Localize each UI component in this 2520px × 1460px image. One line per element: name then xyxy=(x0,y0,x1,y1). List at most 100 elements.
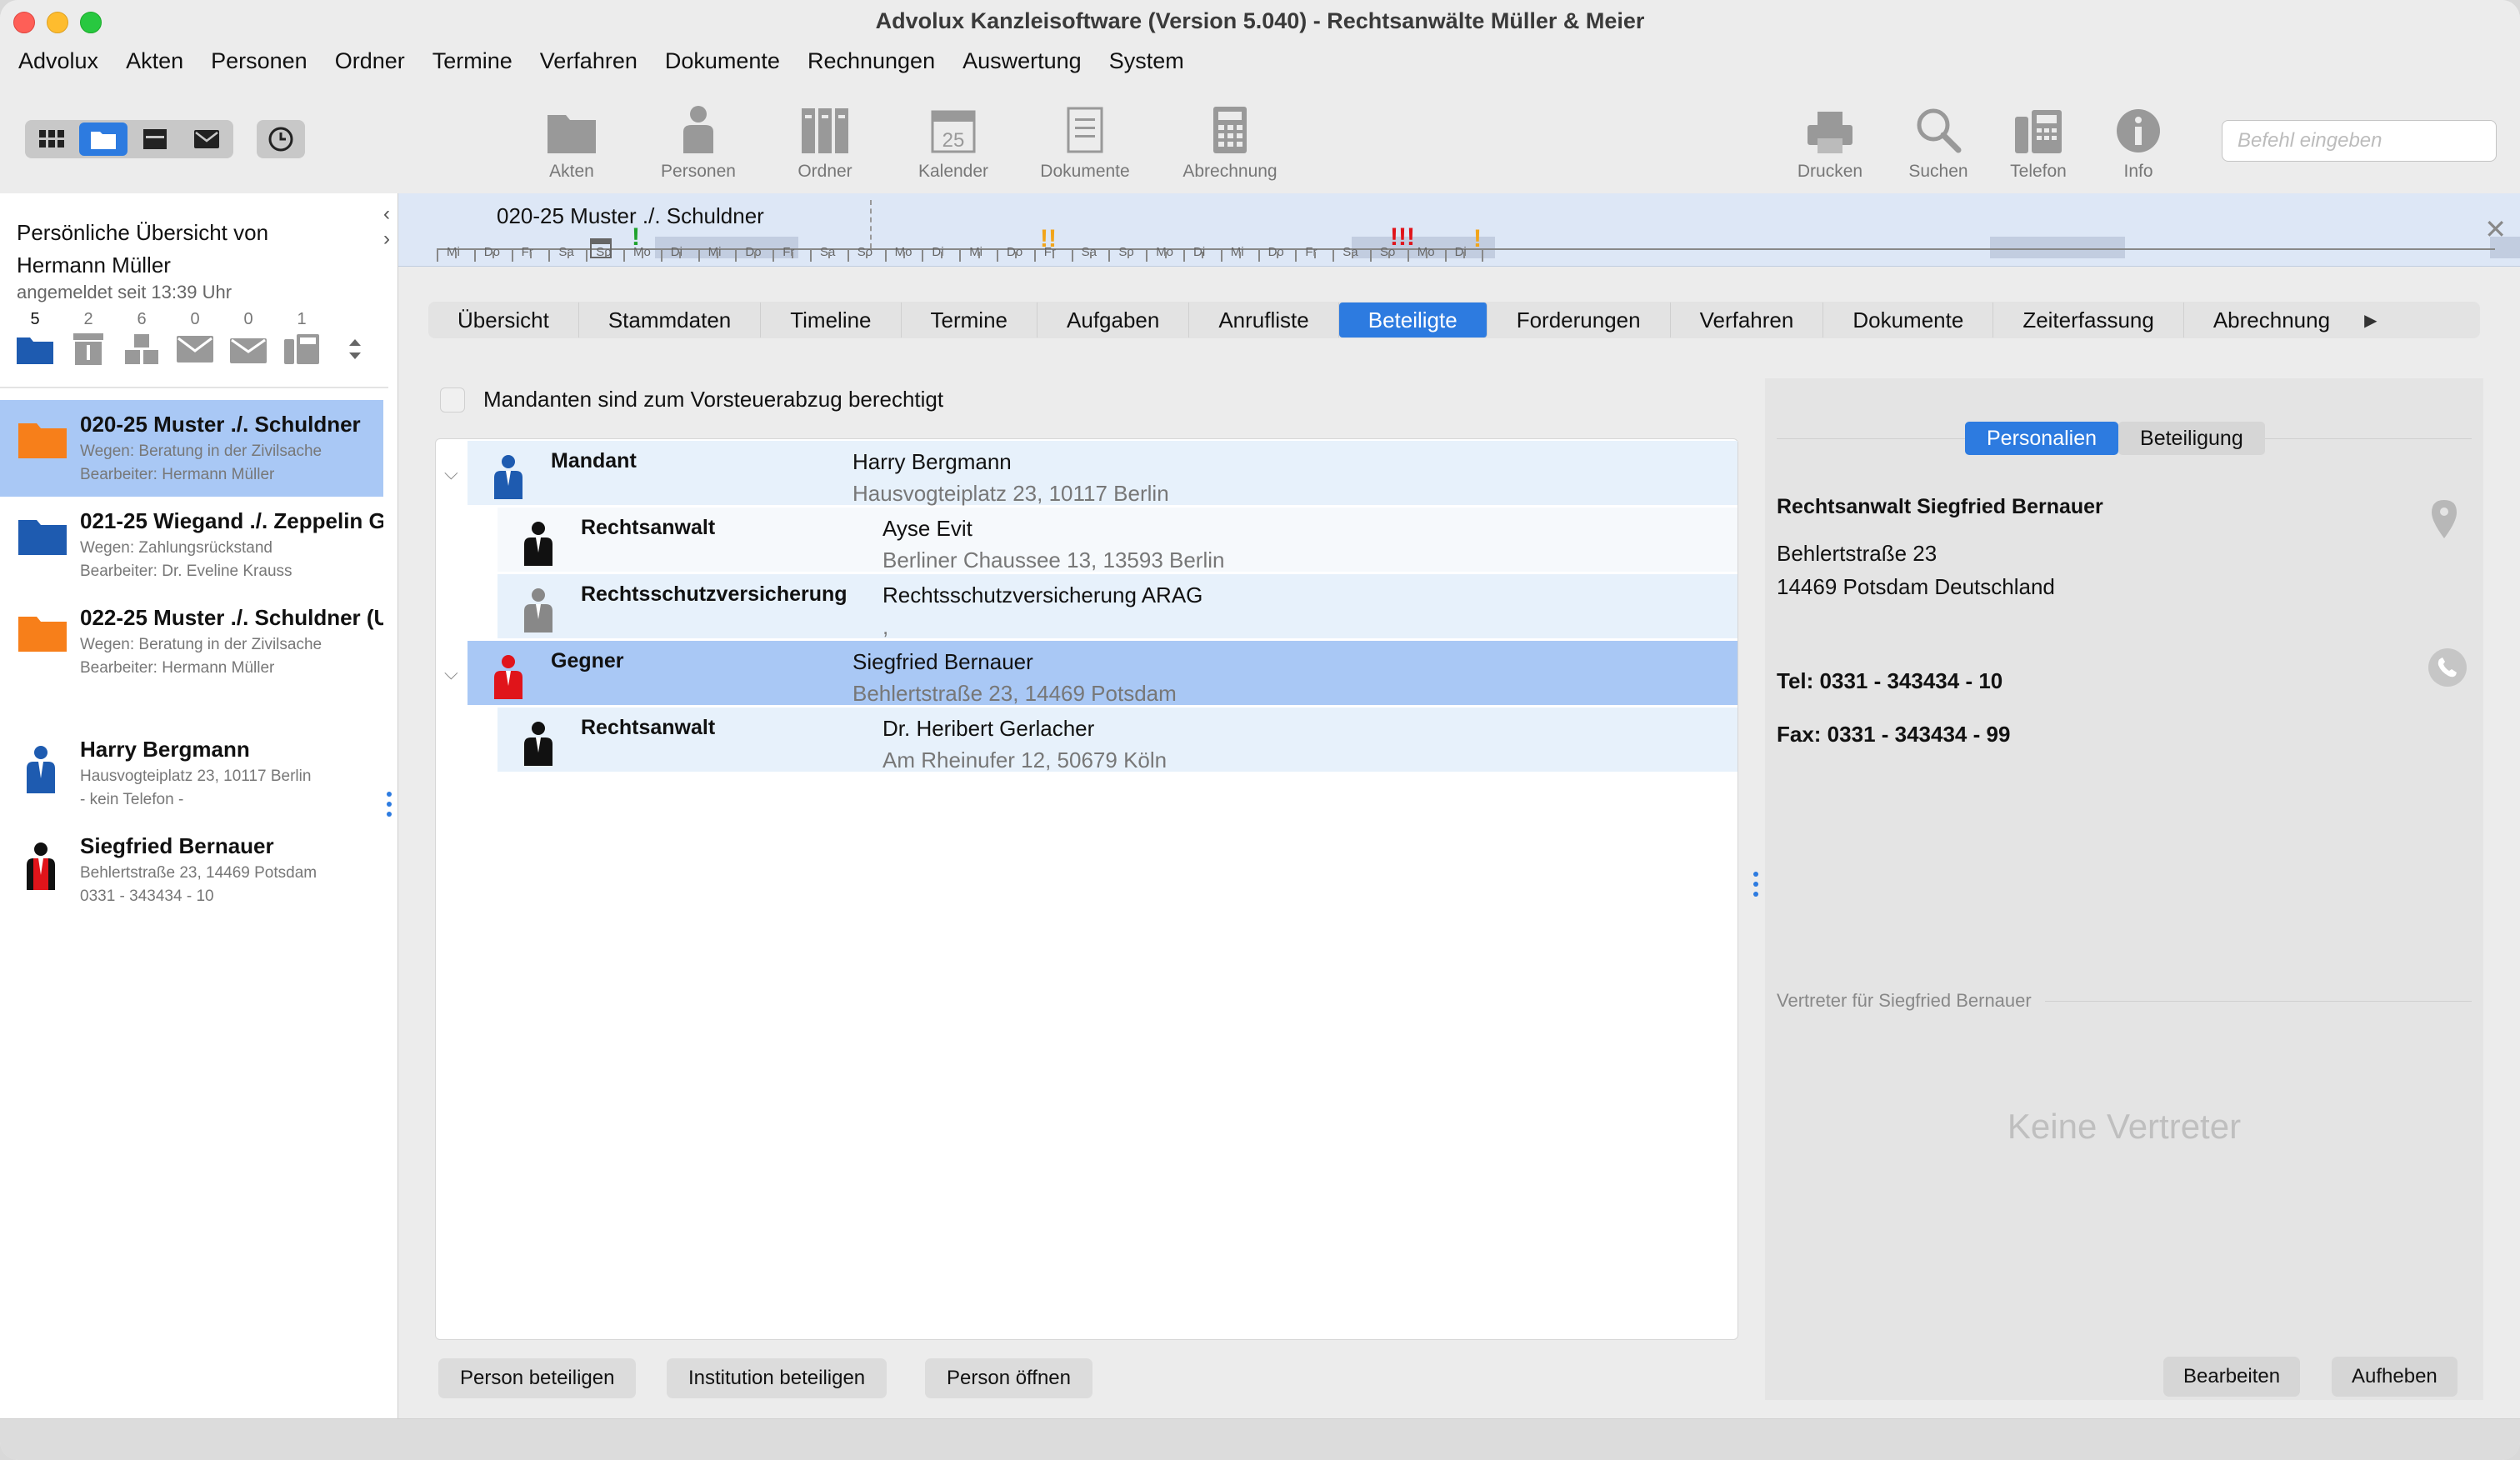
participant-row[interactable]: Gegner Siegfried Bernauer Behlertstraße … xyxy=(468,641,1738,706)
participant-address: Berliner Chaussee 13, 13593 Berlin xyxy=(882,548,1225,572)
participant-row[interactable]: Mandant Harry Bergmann Hausvogteiplatz 2… xyxy=(468,441,1738,506)
tab-uebersicht[interactable]: Übersicht xyxy=(428,302,579,338)
sidebar-case-item[interactable]: 020-25 Muster ./. Schuldner Wegen: Berat… xyxy=(0,400,383,497)
blocks-icon xyxy=(125,334,158,364)
mail-view-button[interactable] xyxy=(182,122,231,156)
tab-dokumente[interactable]: Dokumente xyxy=(1823,302,1994,338)
menu-akten[interactable]: Akten xyxy=(126,48,183,78)
toolbar-abrechnung-button[interactable]: Abrechnung xyxy=(1172,102,1288,182)
clock-button[interactable] xyxy=(257,120,305,158)
toolbar-ordner-button[interactable]: Ordner xyxy=(767,102,883,182)
counter-phone[interactable]: 1 xyxy=(283,310,320,368)
timeline-tick xyxy=(1351,252,1353,258)
call-button[interactable] xyxy=(2428,648,2467,687)
timeline-tick xyxy=(1388,252,1391,258)
participant-detail-panel: Personalien Beteiligung Rechtsanwalt Sie… xyxy=(1765,378,2483,1400)
toolbar-personen-button[interactable]: Personen xyxy=(640,102,757,182)
timeline-tick xyxy=(698,250,700,262)
detail-splitter-handle[interactable] xyxy=(1753,872,1758,902)
toolbar-info-button[interactable]: Info xyxy=(2080,102,2197,182)
counter-blocks[interactable]: 6 xyxy=(123,310,160,368)
toolbar-drucken-button[interactable]: Drucken xyxy=(1772,102,1888,182)
input-tax-deduction-option[interactable]: Mandanten sind zum Vorsteuerabzug berech… xyxy=(440,387,943,412)
chevron-down-icon[interactable]: ⌵ xyxy=(444,462,458,484)
menu-system[interactable]: System xyxy=(1109,48,1184,78)
tab-personalien[interactable]: Personalien xyxy=(1965,422,2119,455)
sidebar-case-item[interactable]: 021-25 Wiegand ./. Zeppelin GmbH Wegen: … xyxy=(0,497,383,593)
sidebar-person-item[interactable]: Harry Bergmann Hausvogteiplatz 23, 10117… xyxy=(0,727,383,823)
case-handler: Bearbeiter: Hermann Müller xyxy=(80,466,275,483)
tab-termine[interactable]: Termine xyxy=(902,302,1038,338)
tab-abrechnung[interactable]: Abrechnung xyxy=(2184,302,2359,338)
participant-row[interactable]: Rechtsschutzversicherung Rechtsschutzver… xyxy=(498,574,1738,639)
counter-cases[interactable]: 5 xyxy=(17,310,53,368)
tab-aufgaben[interactable]: Aufgaben xyxy=(1038,302,1190,338)
tab-beteiligung[interactable]: Beteiligung xyxy=(2118,422,2265,455)
toolbar-ordner-label: Ordner xyxy=(798,162,852,181)
representatives-heading-label: Vertreter für Siegfried Bernauer xyxy=(1777,990,2032,1011)
timeline-event-marker[interactable]: ! xyxy=(632,223,640,252)
menu-auswertung[interactable]: Auswertung xyxy=(962,48,1082,78)
menu-rechnungen[interactable]: Rechnungen xyxy=(808,48,935,78)
toolbar-telefon-button[interactable]: Telefon xyxy=(1980,102,2097,182)
grid-view-button[interactable] xyxy=(28,122,76,156)
timeline-weekend xyxy=(1990,237,2125,258)
counter-mail-out[interactable]: 0 xyxy=(230,310,267,368)
menu-advolux[interactable]: Advolux xyxy=(18,48,98,78)
timeline-tick xyxy=(1239,252,1242,258)
add-person-button[interactable]: Person beteiligen xyxy=(438,1358,637,1398)
timeline-day-label: Mi xyxy=(708,245,722,259)
case-timeline[interactable]: 020-25 Muster ./. Schuldner ✕ MiDoFrSaSo… xyxy=(398,193,2520,267)
tabs-scroll-right-icon[interactable]: ▶ xyxy=(2364,310,2377,331)
toolbar-dokumente-button[interactable]: Dokumente xyxy=(1027,102,1143,182)
calculator-icon xyxy=(1213,107,1247,153)
tab-beteiligte[interactable]: Beteiligte xyxy=(1338,302,1488,338)
folder-view-button[interactable] xyxy=(79,122,128,156)
counter-more-toggle[interactable] xyxy=(337,310,373,368)
sidebar-splitter-handle[interactable] xyxy=(387,792,392,822)
toolbar-suchen-button[interactable]: Suchen xyxy=(1880,102,1997,182)
sidebar-person-item[interactable]: Siegfried Bernauer Behlertstraße 23, 144… xyxy=(0,823,383,920)
person-phone: - kein Telefon - xyxy=(80,791,184,808)
input-tax-deduction-checkbox[interactable] xyxy=(440,387,465,412)
mail-open-icon xyxy=(230,338,267,363)
toolbar-akten-button[interactable]: Akten xyxy=(513,102,630,182)
counter-tasks[interactable]: 2 xyxy=(70,310,107,368)
participant-name: Ayse Evit xyxy=(882,516,972,541)
menu-termine[interactable]: Termine xyxy=(432,48,512,78)
remove-button[interactable]: Aufheben xyxy=(2332,1357,2458,1397)
calendar-view-button[interactable] xyxy=(131,122,179,156)
menu-verfahren[interactable]: Verfahren xyxy=(540,48,638,78)
timeline-event-marker[interactable]: !!! xyxy=(1390,223,1415,252)
counter-mail-in[interactable]: 0 xyxy=(177,310,213,368)
open-person-button[interactable]: Person öffnen xyxy=(925,1358,1093,1398)
participant-row[interactable]: Rechtsanwalt Ayse Evit Berliner Chaussee… xyxy=(498,508,1738,572)
menu-personen[interactable]: Personen xyxy=(211,48,308,78)
timeline-tick xyxy=(679,252,682,258)
tab-forderungen[interactable]: Forderungen xyxy=(1488,302,1671,338)
participant-address: , xyxy=(882,614,889,639)
command-input[interactable]: Befehl eingeben xyxy=(2222,120,2497,162)
toolbar-kalender-button[interactable]: 25 Kalender xyxy=(895,102,1012,182)
tab-zeiterfassung[interactable]: Zeiterfassung xyxy=(1993,302,2184,338)
timeline-event-marker[interactable]: ! xyxy=(1473,225,1482,253)
participant-row[interactable]: Rechtsanwalt Dr. Heribert Gerlacher Am R… xyxy=(498,708,1738,772)
sidebar-collapse-arrows[interactable]: ‹ › xyxy=(383,202,390,252)
add-institution-button[interactable]: Institution beteiligen xyxy=(667,1358,888,1398)
timeline-tick xyxy=(1220,250,1222,262)
tab-anrufliste[interactable]: Anrufliste xyxy=(1189,302,1339,338)
participant-name: Harry Bergmann xyxy=(852,449,1012,474)
sidebar-case-item[interactable]: 022-25 Muster ./. Schuldner (U) Wegen: B… xyxy=(0,593,383,690)
tab-verfahren[interactable]: Verfahren xyxy=(1671,302,1824,338)
tab-timeline[interactable]: Timeline xyxy=(761,302,902,338)
timeline-event-marker[interactable]: !! xyxy=(1040,225,1057,253)
menu-ordner[interactable]: Ordner xyxy=(335,48,405,78)
menu-dokumente[interactable]: Dokumente xyxy=(665,48,780,78)
folder-icon xyxy=(18,423,67,458)
edit-button[interactable]: Bearbeiten xyxy=(2163,1357,2301,1397)
representatives-heading: Vertreter für Siegfried Bernauer xyxy=(1777,990,2472,1012)
tab-stammdaten[interactable]: Stammdaten xyxy=(579,302,762,338)
task-icon xyxy=(73,333,103,365)
map-pin-icon[interactable] xyxy=(2432,500,2457,538)
chevron-down-icon[interactable]: ⌵ xyxy=(444,662,458,684)
